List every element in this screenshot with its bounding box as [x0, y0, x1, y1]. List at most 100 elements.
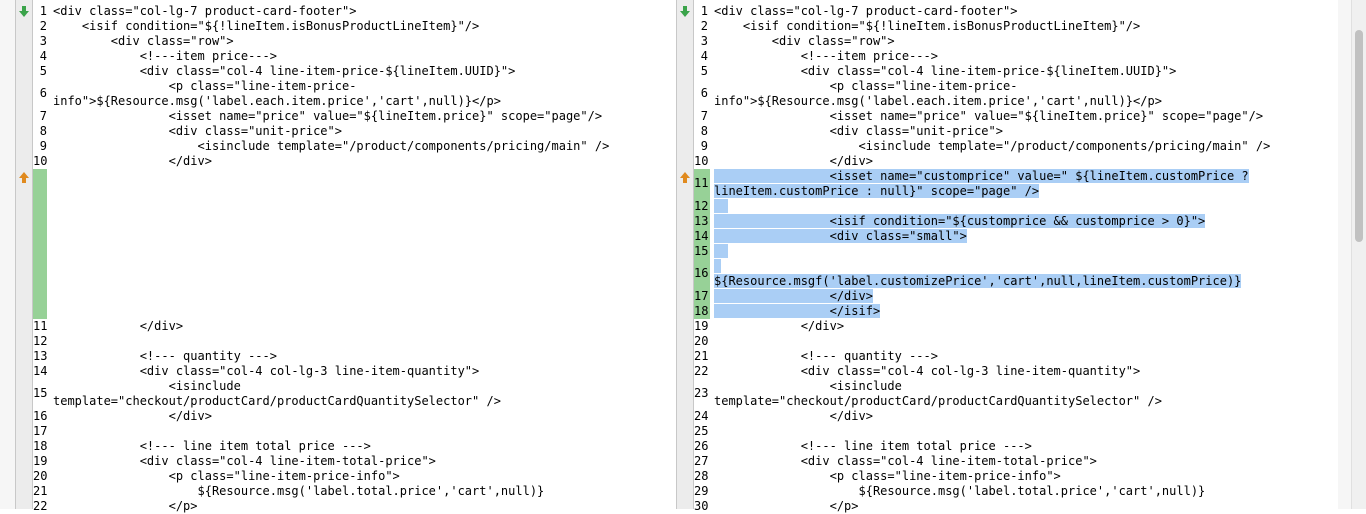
code-line[interactable]: 2 <isif condition="${!lineItem.isBonusPr…	[694, 19, 1338, 34]
added-code-line[interactable]: 11 <isset name="customprice" value=" ${l…	[694, 169, 1338, 199]
line-code: </p>	[714, 499, 859, 513]
line-number: 25	[694, 424, 709, 438]
code-line[interactable]: 30 </p>	[694, 499, 1338, 514]
code-line[interactable]: 10 </div>	[694, 154, 1338, 169]
code-line[interactable]: 1 <div class="col-lg-7 product-card-foote…	[33, 4, 677, 19]
line-code: <isset name="customprice" value=" ${line…	[714, 169, 1249, 198]
code-line[interactable]: 29 ${Resource.msg('label.total.price','c…	[694, 484, 1338, 499]
line-number: 19	[694, 319, 709, 333]
code-line[interactable]: 7 <isset name="price" value="${lineItem.…	[694, 109, 1338, 124]
line-number: 20	[694, 334, 709, 348]
code-line[interactable]: 22 </p>	[33, 499, 677, 514]
code-line[interactable]: 19 </div>	[694, 319, 1338, 334]
left-gutter	[16, 0, 33, 509]
left-diff-pane[interactable]: 1 <div class="col-lg-7 product-card-foote…	[15, 0, 678, 513]
code-line[interactable]: 8 <div class="unit-price">	[694, 124, 1338, 139]
added-code-line[interactable]: 14 <div class="small">	[694, 229, 1338, 244]
line-number: 2	[700, 19, 708, 33]
next-diff-arrow-icon[interactable]	[680, 6, 690, 17]
code-line[interactable]: 25	[694, 424, 1338, 439]
code-line[interactable]: 20	[694, 334, 1338, 349]
line-code: <div class="col-4 line-item-price-${line…	[53, 64, 516, 78]
line-number: 18	[33, 439, 48, 453]
change-marker-arrow-icon[interactable]	[19, 172, 29, 183]
code-line[interactable]: 26 <!--- line item total price --->	[694, 439, 1338, 454]
line-number: 9	[700, 139, 708, 153]
code-line[interactable]: 12	[33, 334, 677, 349]
line-number: 28	[694, 469, 709, 483]
code-line[interactable]: 1 <div class="col-lg-7 product-card-foote…	[694, 4, 1338, 19]
added-code-line[interactable]: 13 <isif condition="${customprice && cus…	[694, 214, 1338, 229]
line-code: <isset name="price" value="${lineItem.pr…	[53, 109, 603, 123]
added-code-line[interactable]: 18 </isif>	[694, 304, 1338, 319]
code-line[interactable]: 5 <div class="col-4 line-item-price-${li…	[694, 64, 1338, 79]
code-line[interactable]: 24 </div>	[694, 409, 1338, 424]
line-number: 22	[694, 364, 709, 378]
added-code-line[interactable]: 16 ${Resource.msgf('label.customizePrice…	[694, 259, 1338, 289]
code-line[interactable]: 18 <!--- line item total price --->	[33, 439, 677, 454]
next-diff-arrow-icon[interactable]	[19, 6, 29, 17]
code-line[interactable]: 9 <isinclude template="/product/componen…	[694, 139, 1338, 154]
line-number: 23	[694, 386, 709, 400]
line-code: </div>	[53, 409, 212, 423]
right-lines-top: 1 <div class="col-lg-7 product-card-foote…	[694, 4, 1338, 169]
code-line[interactable]: 2 <isif condition="${!lineItem.isBonusPr…	[33, 19, 677, 34]
scrollbar-thumb[interactable]	[1355, 30, 1363, 242]
code-line[interactable]: 22 <div class="col-4 col-lg-3 line-item-…	[694, 364, 1338, 379]
line-number: 3	[700, 34, 708, 48]
added-code-line[interactable]: 15	[694, 244, 1338, 259]
line-number: 20	[33, 469, 48, 483]
line-code: <!--- quantity --->	[53, 349, 277, 363]
line-code: <div class="unit-price">	[53, 124, 342, 138]
line-number: 3	[39, 34, 47, 48]
line-code: <!--- line item total price --->	[53, 439, 371, 453]
code-line[interactable]: 23 <isinclude template="checkout/product…	[694, 379, 1338, 409]
line-code: <p class="line-item-price-info">	[714, 469, 1061, 483]
line-code: <isinclude template="/product/components…	[714, 139, 1271, 153]
code-line[interactable]: 5 <div class="col-4 line-item-price-${li…	[33, 64, 677, 79]
line-code: <isset name="price" value="${lineItem.pr…	[714, 109, 1264, 123]
code-line[interactable]: 21 ${Resource.msg('label.total.price','c…	[33, 484, 677, 499]
code-line[interactable]: 11 </div>	[33, 319, 677, 334]
added-code-line[interactable]: 17 </div>	[694, 289, 1338, 304]
code-line[interactable]: 6 <p class="line-item-price- info">${Res…	[33, 79, 677, 109]
line-number: 11	[694, 176, 709, 190]
code-line[interactable]: 9 <isinclude template="/product/componen…	[33, 139, 677, 154]
line-number: 21	[33, 484, 48, 498]
line-number: 16	[33, 409, 48, 423]
code-line[interactable]: 19 <div class="col-4 line-item-total-pri…	[33, 454, 677, 469]
code-line[interactable]: 16 </div>	[33, 409, 677, 424]
code-line[interactable]: 6 <p class="line-item-price- info">${Res…	[694, 79, 1338, 109]
line-number: 13	[694, 214, 709, 228]
code-line[interactable]: 28 <p class="line-item-price-info">	[694, 469, 1338, 484]
code-line[interactable]: 10 </div>	[33, 154, 677, 169]
line-number: 27	[694, 454, 709, 468]
line-number: 6	[700, 86, 708, 100]
line-number: 26	[694, 439, 709, 453]
code-line[interactable]: 14 <div class="col-4 col-lg-3 line-item-…	[33, 364, 677, 379]
code-line[interactable]: 21 <!--- quantity --->	[694, 349, 1338, 364]
code-line[interactable]: 4 <!---item price--->	[33, 49, 677, 64]
code-line[interactable]: 3 <div class="row">	[694, 34, 1338, 49]
line-code: <div class="col-4 col-lg-3 line-item-qua…	[53, 364, 480, 378]
added-code-line[interactable]: 12	[694, 199, 1338, 214]
line-number: 13	[33, 349, 48, 363]
left-lines-top: 1 <div class="col-lg-7 product-card-foote…	[33, 4, 677, 169]
code-line[interactable]: 8 <div class="unit-price">	[33, 124, 677, 139]
line-code: ${Resource.msg('label.total.price','cart…	[714, 484, 1206, 498]
change-marker-arrow-icon[interactable]	[680, 172, 690, 183]
right-diff-pane[interactable]: 1 <div class="col-lg-7 product-card-foote…	[676, 0, 1339, 513]
line-code: </div>	[714, 319, 845, 333]
code-line[interactable]: 20 <p class="line-item-price-info">	[33, 469, 677, 484]
code-line[interactable]: 4 <!---item price--->	[694, 49, 1338, 64]
line-code: <isinclude template="/product/components…	[53, 139, 610, 153]
vertical-scrollbar[interactable]	[1351, 0, 1366, 509]
line-number: 2	[39, 19, 47, 33]
code-line[interactable]: 15 <isinclude template="checkout/product…	[33, 379, 677, 409]
code-line[interactable]: 13 <!--- quantity --->	[33, 349, 677, 364]
code-line[interactable]: 3 <div class="row">	[33, 34, 677, 49]
code-line[interactable]: 17	[33, 424, 677, 439]
code-line[interactable]: 7 <isset name="price" value="${lineItem.…	[33, 109, 677, 124]
code-line[interactable]: 27 <div class="col-4 line-item-total-pri…	[694, 454, 1338, 469]
